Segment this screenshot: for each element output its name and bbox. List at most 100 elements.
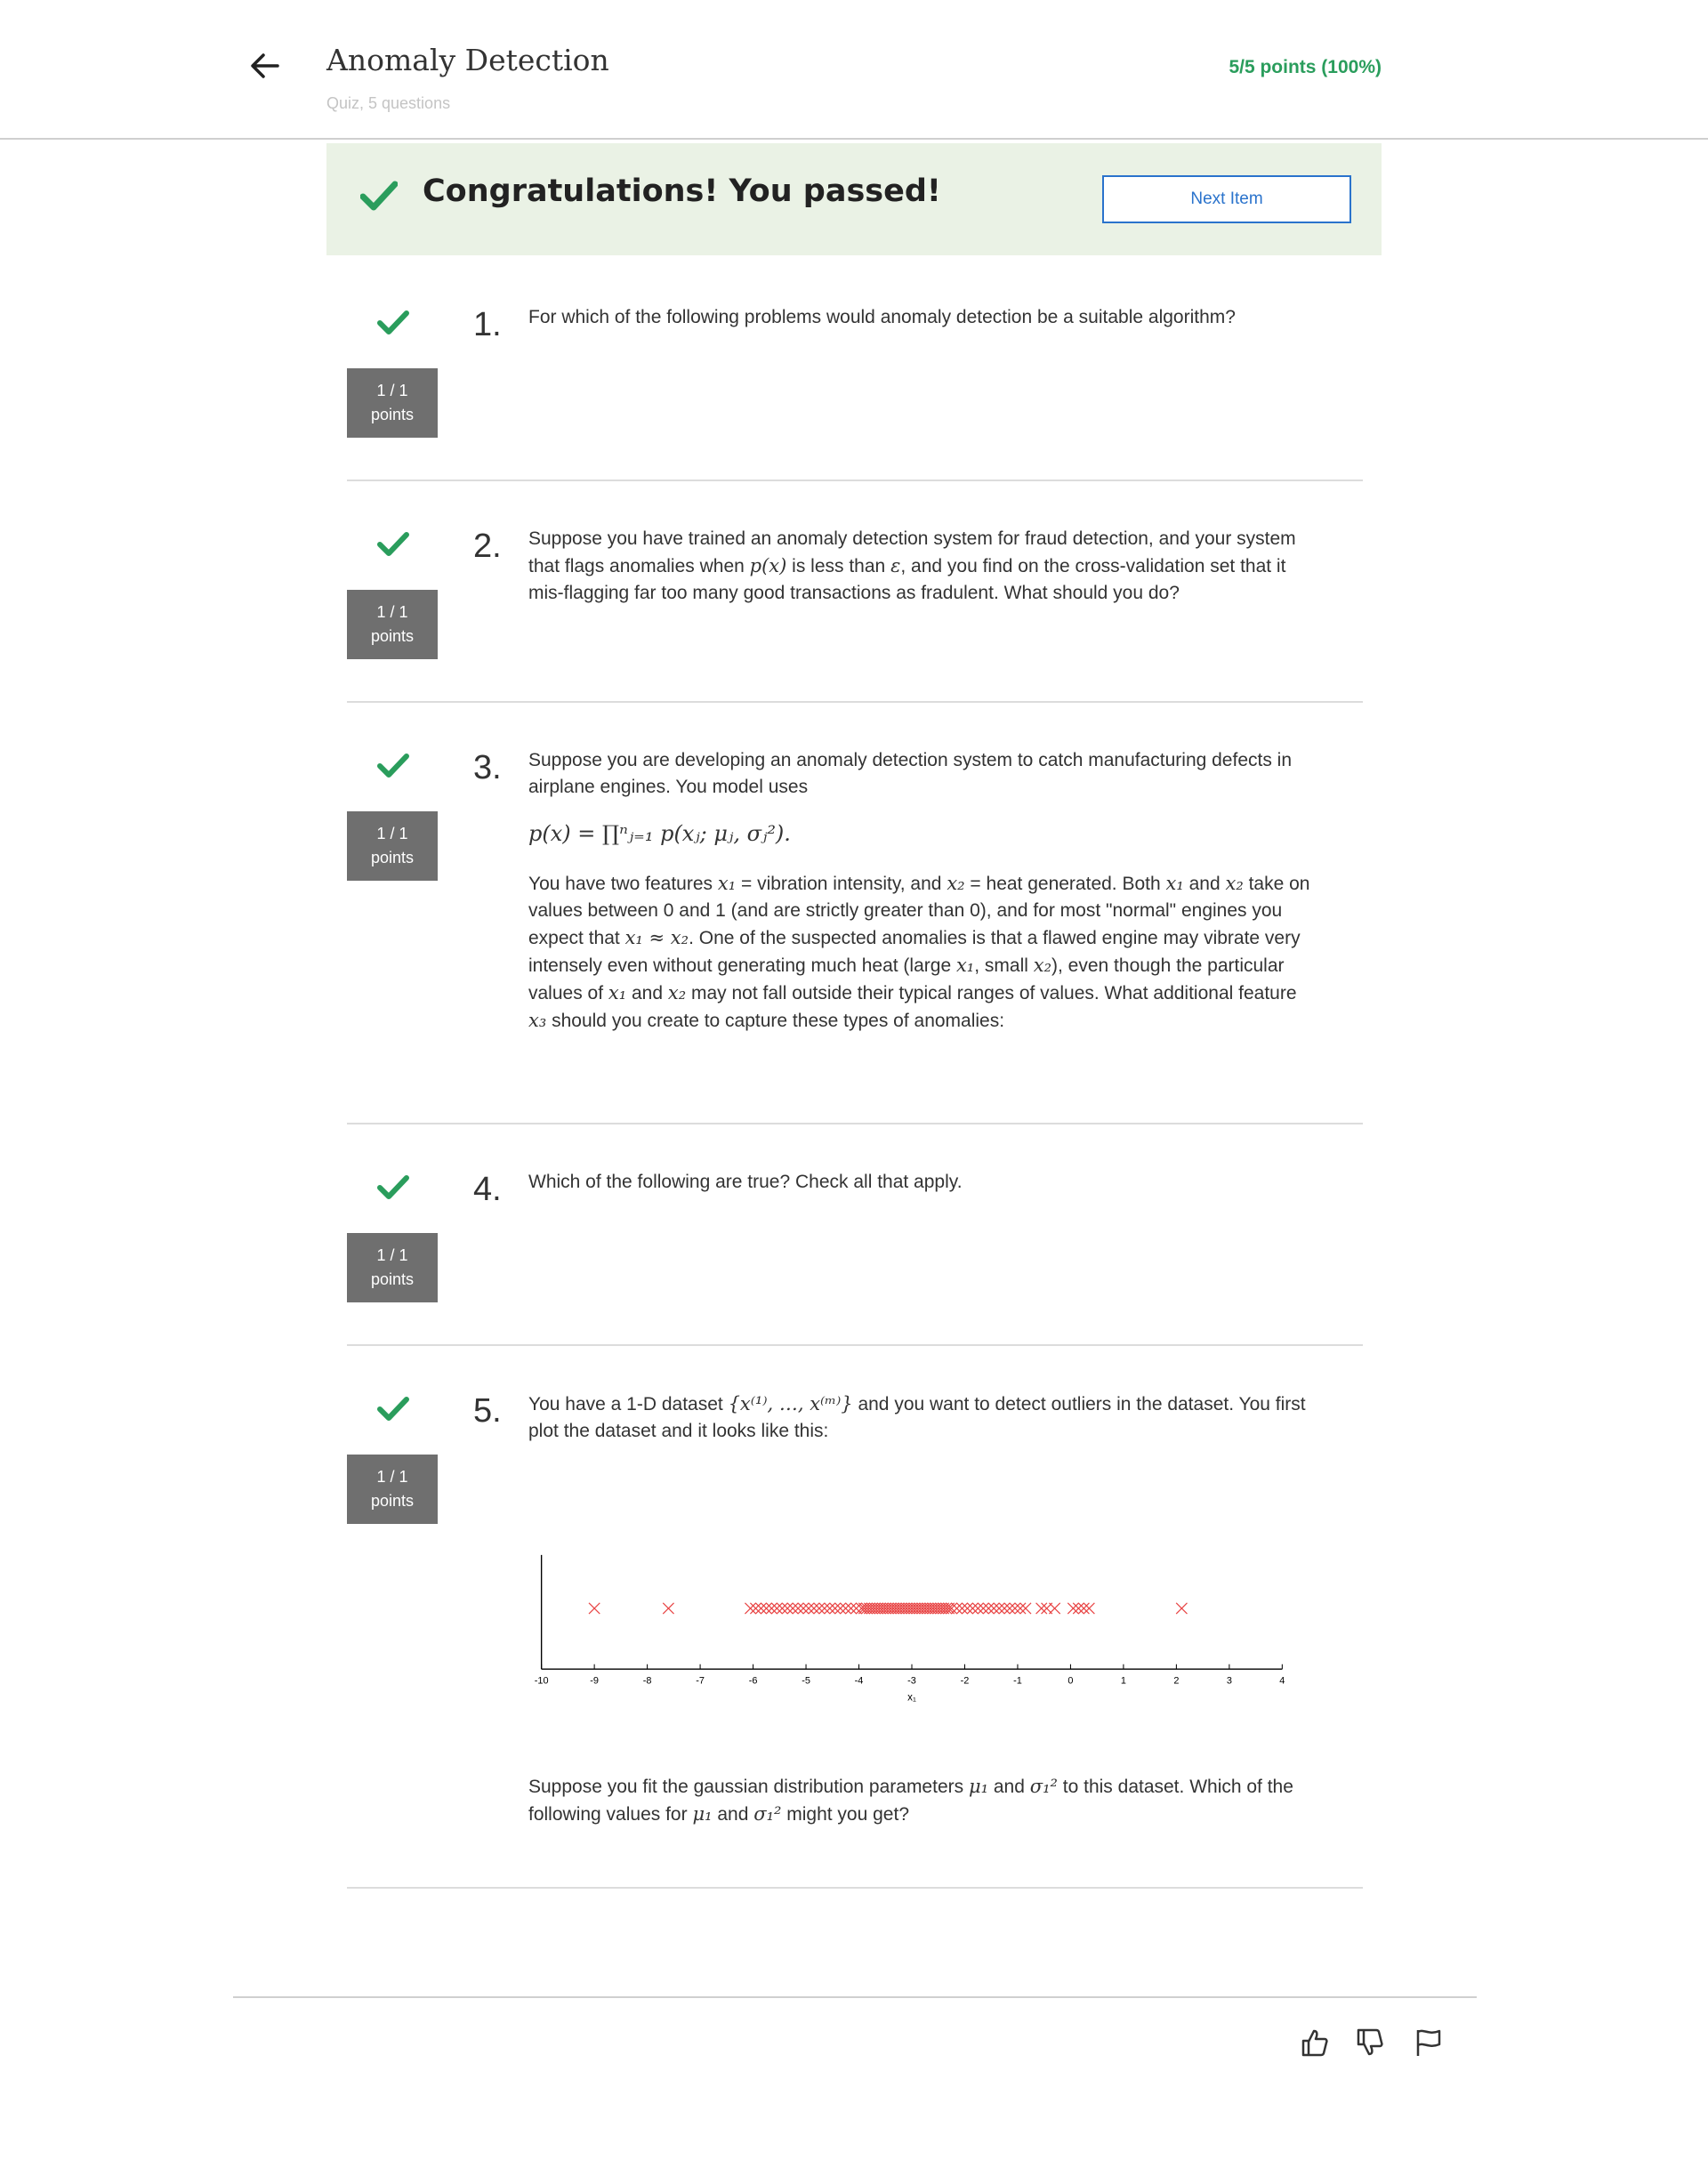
data-point: [1014, 1602, 1027, 1615]
data-point: [977, 1602, 989, 1615]
badge-unit: points: [370, 1492, 415, 1510]
math-segment: x₁: [1165, 873, 1184, 894]
check-icon: [377, 1175, 409, 1199]
data-point: [950, 1602, 963, 1615]
data-point: [955, 1602, 969, 1615]
badge-score: 1 / 1: [376, 382, 408, 399]
x-tick-label: -1: [1013, 1676, 1022, 1687]
quiz-header: Anomaly Detection Quiz, 5 questions 5/5 …: [0, 0, 1708, 140]
data-point: [1175, 1602, 1188, 1615]
page-subtitle: Quiz, 5 questions: [326, 94, 451, 112]
data-point: [1067, 1602, 1079, 1615]
next-item-button[interactable]: Next Item: [1102, 175, 1351, 223]
x-tick-label: 4: [1279, 1676, 1285, 1687]
text-segment: , small: [974, 955, 1034, 976]
question-prompt: Which of the following are true? Check a…: [528, 1172, 963, 1192]
data-point: [1072, 1602, 1084, 1615]
text-segment: and: [988, 1777, 1030, 1797]
page-title: Anomaly Detection: [326, 43, 609, 77]
x-tick-label: -3: [907, 1676, 916, 1687]
text-segment: may not fall outside their typical range…: [686, 983, 1297, 1003]
question-4: 1 / 1 points 4. Which of the following a…: [347, 1124, 1363, 1346]
data-point: [792, 1602, 804, 1615]
model-formula: p(x) = ∏ⁿⱼ₌₁ p(xⱼ; μⱼ, σⱼ²).: [528, 821, 791, 846]
math-segment: x₂: [1033, 955, 1052, 976]
pass-banner: Congratulations! You passed! Next Item: [326, 143, 1382, 255]
data-point: [662, 1602, 674, 1615]
badge-score: 1 / 1: [376, 603, 408, 621]
data-point: [1077, 1602, 1090, 1615]
x-tick-label: 3: [1227, 1676, 1232, 1687]
dataset-scatter-plot: -10 -9 -8 -7 -6 -5 -4 -3 -2 -1 0 1 2 3 4x₁: [535, 1554, 1285, 1704]
data-point: [940, 1602, 953, 1615]
question-prompt: For which of the following problems woul…: [528, 307, 1236, 327]
data-point: [786, 1602, 799, 1615]
math-segment: x₂: [947, 873, 965, 894]
points-badge: 1 / 1 points: [347, 590, 438, 659]
points-badge: 1 / 1 points: [347, 811, 438, 881]
data-point: [745, 1602, 757, 1615]
question-text: Suppose you have trained an anomaly dete…: [528, 526, 1317, 607]
math-segment: x₁: [955, 955, 975, 976]
text-segment: and: [1183, 874, 1226, 894]
data-point: [845, 1602, 858, 1615]
x-tick-label: -6: [749, 1676, 758, 1687]
math-segment: x₂: [1225, 873, 1244, 894]
data-point: [749, 1602, 762, 1615]
data-point: [1003, 1602, 1016, 1615]
footer-divider: [233, 1996, 1477, 1998]
question-number: 2.: [473, 528, 502, 565]
math-segment: σ₁²: [753, 1803, 782, 1825]
data-point: [1083, 1602, 1095, 1615]
text-segment: = heat generated. Both: [964, 874, 1166, 894]
data-point: [776, 1602, 788, 1615]
x-tick-label: 2: [1173, 1676, 1179, 1687]
thumbs-up-icon[interactable]: [1299, 2027, 1331, 2059]
check-icon: [360, 181, 398, 211]
math-segment: ε: [890, 555, 901, 576]
data-point: [987, 1602, 1000, 1615]
question-3: 1 / 1 points 3. Suppose you are developi…: [347, 703, 1363, 1124]
x-tick-label: -5: [802, 1676, 810, 1687]
thumbs-down-icon[interactable]: [1354, 2027, 1386, 2059]
badge-score: 1 / 1: [376, 1246, 408, 1264]
math-segment: μ₁: [968, 1776, 989, 1797]
text-segment: = vibration intensity, and: [736, 874, 947, 894]
question-text: You have a 1-D dataset {x⁽¹⁾, …, x⁽ᵐ⁾} a…: [528, 1390, 1317, 1445]
text-segment: You have two features: [528, 874, 718, 894]
data-point: [998, 1602, 1011, 1615]
data-point: [802, 1602, 815, 1615]
data-point: [818, 1602, 831, 1615]
question-intro: Suppose you are developing an anomaly de…: [528, 750, 1293, 797]
text-segment: Suppose you fit the gaussian distributio…: [528, 1777, 969, 1797]
back-arrow-icon[interactable]: [246, 46, 285, 85]
data-point: [760, 1602, 773, 1615]
data-point: [770, 1602, 783, 1615]
text-segment: and: [626, 983, 668, 1003]
check-icon: [377, 310, 409, 334]
question-number: 4.: [473, 1171, 502, 1208]
data-point: [765, 1602, 777, 1615]
x-tick-label: -8: [643, 1676, 652, 1687]
flag-icon[interactable]: [1413, 2027, 1445, 2059]
points-badge: 1 / 1 points: [347, 1455, 438, 1524]
data-point: [808, 1602, 820, 1615]
question-followup: Suppose you fit the gaussian distributio…: [528, 1773, 1317, 1828]
data-point: [754, 1602, 768, 1615]
check-icon: [377, 754, 409, 778]
question-prompt: Suppose you have trained an anomaly dete…: [528, 526, 1317, 607]
math-segment: p(x): [749, 555, 787, 576]
question-number: 1.: [473, 306, 502, 343]
badge-score: 1 / 1: [376, 825, 408, 842]
data-point: [1009, 1602, 1021, 1615]
data-point: [961, 1602, 974, 1615]
data-point: [813, 1602, 826, 1615]
question-details: You have two features x₁ = vibration int…: [528, 870, 1317, 1035]
x-tick-label: -9: [590, 1676, 599, 1687]
text-segment: is less than: [786, 556, 891, 576]
question-text: Suppose you are developing an anomaly de…: [528, 747, 1317, 1035]
data-point: [834, 1602, 847, 1615]
pass-message: Congratulations! You passed!: [423, 173, 941, 209]
question-1: 1 / 1 points 1. For which of the followi…: [347, 274, 1363, 481]
data-point: [971, 1602, 984, 1615]
